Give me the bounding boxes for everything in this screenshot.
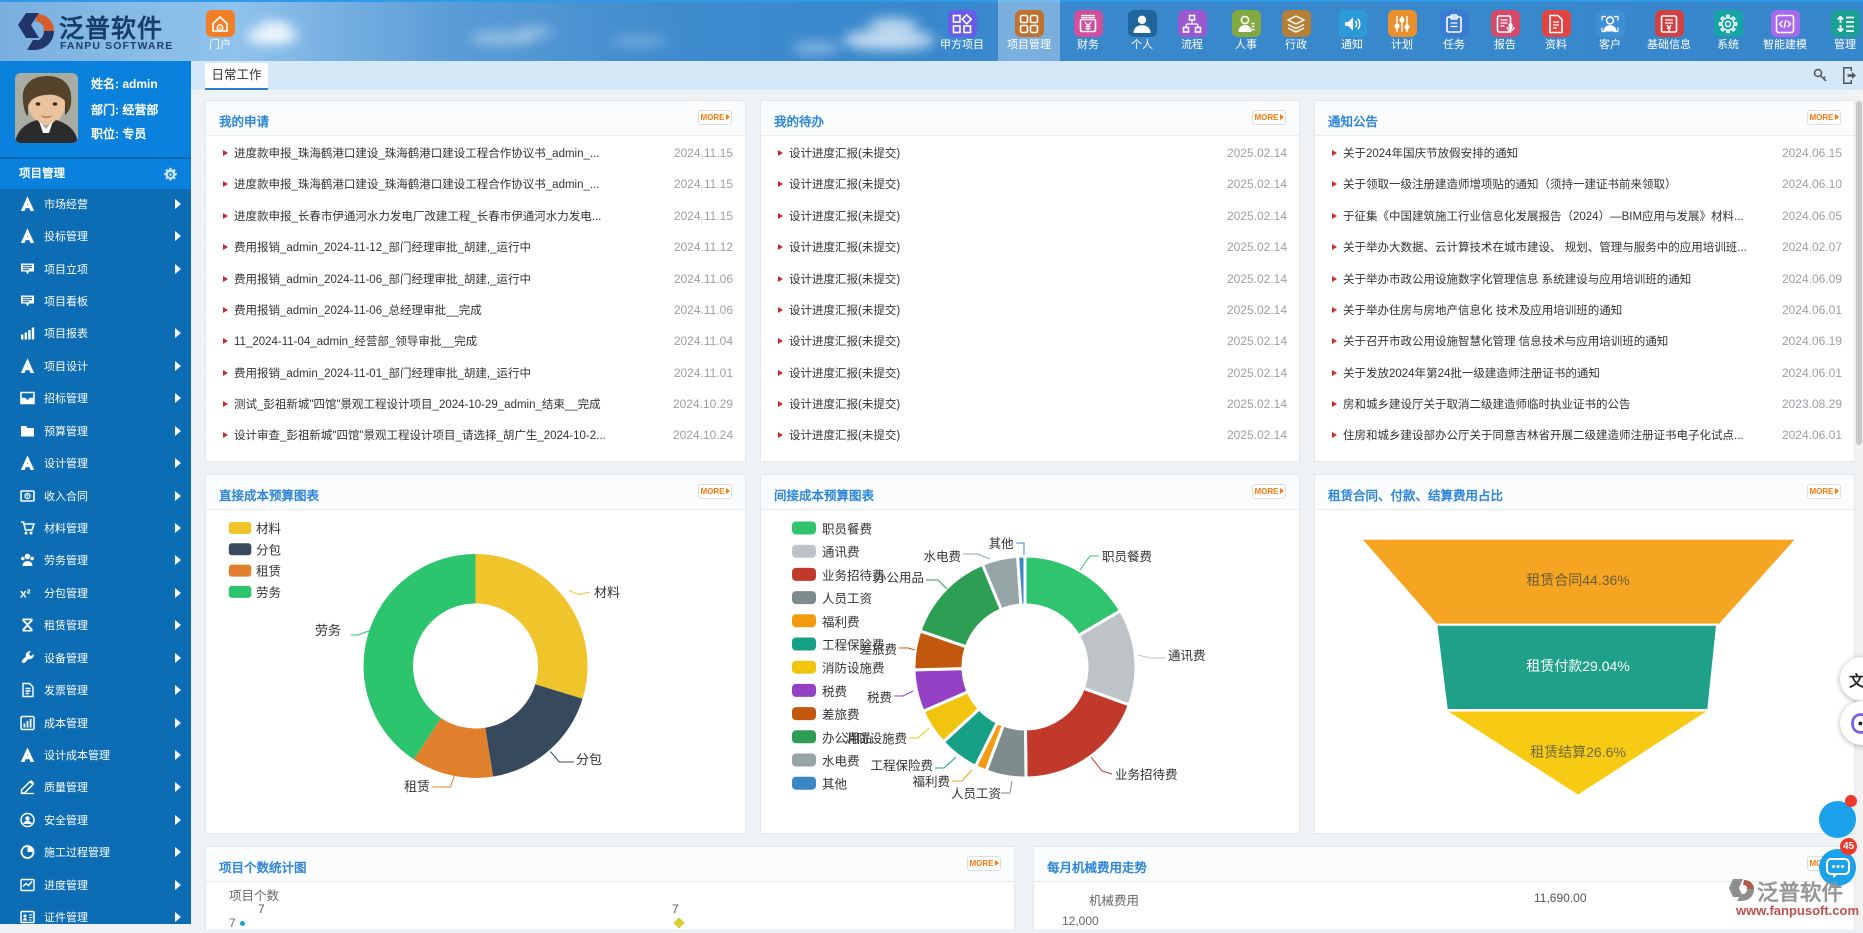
svg-text:办公用品: 办公用品	[822, 730, 872, 745]
svg-text:福利费: 福利费	[912, 774, 950, 789]
svg-text:水电费: 水电费	[923, 550, 961, 564]
svg-text:水电费: 水电费	[822, 755, 860, 769]
svg-text:材料: 材料	[256, 522, 282, 536]
svg-text:分包: 分包	[576, 752, 602, 767]
svg-text:人员工资: 人员工资	[822, 592, 872, 606]
svg-text:通讯费: 通讯费	[822, 546, 860, 560]
svg-text:劳务: 劳务	[256, 585, 281, 600]
svg-text:劳务: 劳务	[315, 623, 341, 638]
svg-text:租赁: 租赁	[404, 779, 430, 794]
svg-text:人员工资: 人员工资	[951, 787, 1001, 801]
svg-text:业务招待费: 业务招待费	[822, 568, 885, 583]
svg-text:租赁结算26.6%: 租赁结算26.6%	[1530, 744, 1626, 760]
svg-text:职员餐费: 职员餐费	[1102, 549, 1152, 564]
svg-text:税费: 税费	[822, 685, 847, 699]
svg-text:x²: x²	[20, 586, 31, 600]
svg-text:泛普软件: 泛普软件	[1757, 880, 1843, 905]
svg-text:税费: 税费	[867, 691, 892, 705]
svg-text:材料: 材料	[594, 585, 620, 600]
svg-text:通讯费: 通讯费	[1168, 649, 1206, 663]
svg-text:福利费: 福利费	[822, 614, 860, 629]
svg-text:工程保险费: 工程保险费	[822, 638, 885, 653]
svg-text:租赁: 租赁	[256, 565, 281, 579]
svg-text:租赁合同44.36%: 租赁合同44.36%	[1526, 572, 1629, 588]
svg-text:消防设施费: 消防设施费	[822, 661, 885, 676]
svg-text:其他: 其他	[822, 778, 848, 792]
svg-text:租赁付款29.04%: 租赁付款29.04%	[1526, 658, 1629, 674]
svg-text:业务招待费: 业务招待费	[1115, 767, 1178, 782]
svg-text:分包: 分包	[256, 543, 281, 557]
svg-text:工程保险费: 工程保险费	[870, 758, 933, 773]
svg-text:其他: 其他	[989, 537, 1015, 551]
svg-text:差旅费: 差旅费	[822, 708, 860, 722]
svg-text:职员餐费: 职员餐费	[822, 522, 872, 537]
